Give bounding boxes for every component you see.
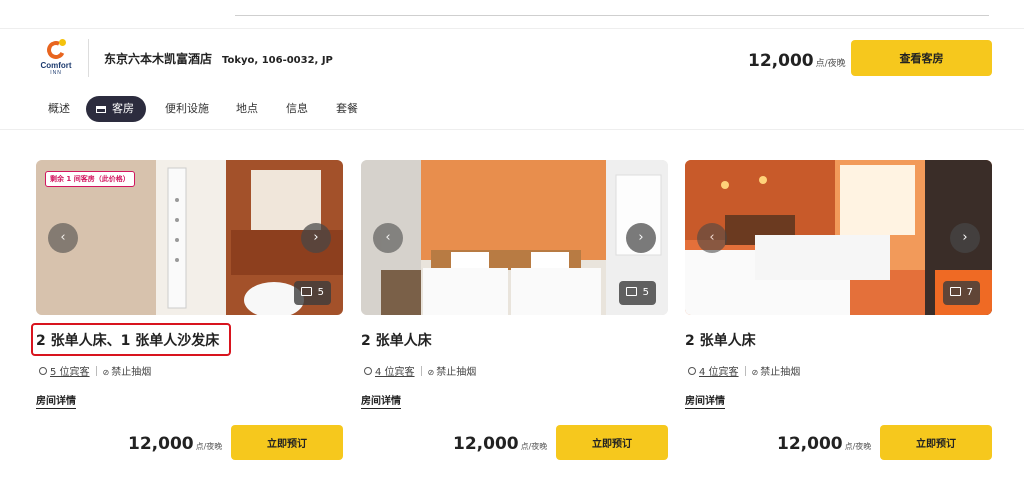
availability-badge: 剩余 1 间客房（此价格） [45,171,135,187]
room-price-value: 12,000 [777,434,843,454]
room-meta: 4 位宾客 ⊘ 禁止抽烟 [364,363,476,378]
header-price-value: 12,000 [748,51,814,71]
photo-count-button[interactable]: 5 [293,281,331,305]
no-smoking-icon: ⊘ [102,368,110,377]
photo-count: 7 [966,287,973,298]
smoking-policy: 禁止抽烟 [436,367,477,378]
room-price: 12,000 点/夜晚 [128,434,222,454]
logo-mark [44,38,68,62]
room-card: ‹ › 5 2 张单人床 4 位宾客 ⊘ 禁止抽烟 房间详情 12,000 点/夜晚 … [361,160,668,460]
room-card: ‹ › 7 2 张单人床 4 位宾客 ⊘ 禁止抽烟 房间详情 12,000 点/夜晚 … [685,160,992,460]
room-price-unit: 点/夜晚 [520,442,548,451]
chevron-right-icon[interactable]: › [301,223,331,253]
room-meta: 4 位宾客 ⊘ 禁止抽烟 [688,363,800,378]
person-icon [39,367,47,375]
meta-divider [95,366,97,376]
room-price-value: 12,000 [453,434,519,454]
bed-icon [96,106,106,113]
highlight-box [31,323,231,356]
photo-gallery-icon [949,287,961,296]
chevron-left-icon[interactable]: ‹ [48,223,78,253]
hotel-name: 东京六本木凯富酒店 [104,52,213,66]
room-photo[interactable]: ‹ › 5 [361,160,668,315]
chevron-left-icon[interactable]: ‹ [697,223,727,253]
guests-link[interactable]: 5 位宾客 [50,367,90,378]
book-now-button[interactable]: 立即预订 [556,425,668,460]
room-title: 2 张单人床 [685,333,756,349]
smoking-policy: 禁止抽烟 [111,367,152,378]
person-icon [364,367,372,375]
room-price-value: 12,000 [128,434,194,454]
tab-info[interactable]: 信息 [286,96,308,122]
room-price-unit: 点/夜晚 [844,442,872,451]
guests-link[interactable]: 4 位宾客 [375,367,415,378]
hotel-title: 东京六本木凯富酒店 Tokyo, 106-0032, JP [104,50,333,67]
room-photo[interactable]: ‹ › 7 [685,160,992,315]
room-card: 剩余 1 间客房（此价格） ‹ › 5 2 张单人床、1 张单人沙发床 5 位宾… [31,160,343,460]
hotel-header: Comfort INN 东京六本木凯富酒店 Tokyo, 106-0032, JP… [0,28,1024,90]
meta-divider [420,366,422,376]
room-details-link[interactable]: 房间详情 [36,395,76,409]
book-now-button[interactable]: 立即预订 [231,425,343,460]
room-price: 12,000 点/夜晚 [453,434,547,454]
room-photo[interactable]: 剩余 1 间客房（此价格） ‹ › 5 [36,160,343,315]
logo-sub: INN [50,70,62,76]
tab-amenities[interactable]: 便利设施 [165,96,209,122]
header-price-unit: 点/夜晚 [815,59,846,69]
comfort-inn-logo[interactable]: Comfort INN [36,38,76,81]
guests-link[interactable]: 4 位宾客 [699,367,739,378]
header-divider [88,39,89,77]
book-now-button[interactable]: 立即预订 [880,425,992,460]
chevron-right-icon[interactable]: › [950,223,980,253]
photo-count: 5 [642,287,649,298]
smoking-policy: 禁止抽烟 [760,367,801,378]
section-nav: 概述 客房 便利设施 地点 信息 套餐 [0,90,1024,130]
tab-packages[interactable]: 套餐 [336,96,358,122]
room-title: 2 张单人床 [361,333,432,349]
view-rooms-button[interactable]: 查看客房 [851,40,992,76]
chevron-right-icon[interactable]: › [626,223,656,253]
room-meta: 5 位宾客 ⊘ 禁止抽烟 [39,363,151,378]
photo-count-button[interactable]: 7 [942,281,980,305]
no-smoking-icon: ⊘ [751,368,759,377]
hotel-address: Tokyo, 106-0032, JP [222,55,333,66]
photo-count-button[interactable]: 5 [618,281,656,305]
tab-rooms-label: 客房 [112,102,134,115]
tab-rooms[interactable]: 客房 [86,96,146,122]
room-price-unit: 点/夜晚 [195,442,223,451]
room-details-link[interactable]: 房间详情 [685,395,725,409]
tab-location[interactable]: 地点 [236,96,258,122]
header-price: 12,000 点/夜晚 [748,51,846,71]
photo-count: 5 [317,287,324,298]
chevron-left-icon[interactable]: ‹ [373,223,403,253]
logo-word: Comfort [40,61,72,70]
person-icon [688,367,696,375]
top-divider [235,15,989,16]
tab-overview[interactable]: 概述 [48,96,70,122]
meta-divider [744,366,746,376]
room-price: 12,000 点/夜晚 [777,434,871,454]
no-smoking-icon: ⊘ [427,368,435,377]
photo-gallery-icon [300,287,312,296]
room-details-link[interactable]: 房间详情 [361,395,401,409]
photo-gallery-icon [625,287,637,296]
